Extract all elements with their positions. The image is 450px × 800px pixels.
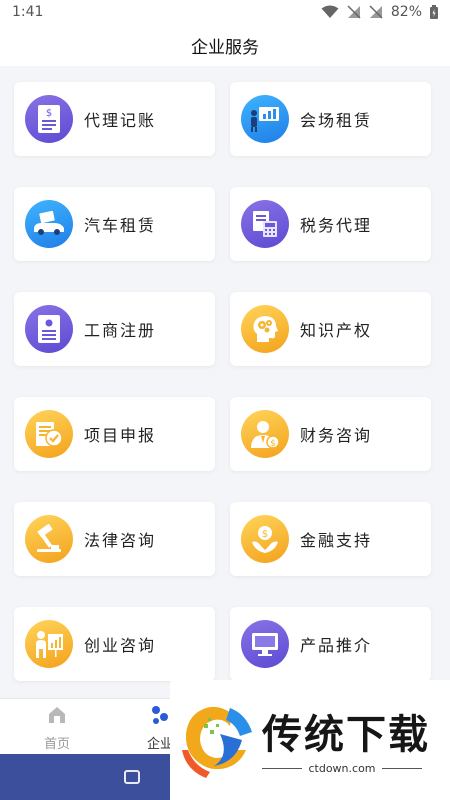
service-label: 代理记账 <box>84 111 157 130</box>
service-card-product-promotion[interactable]: 产品推介 <box>230 607 431 681</box>
service-label: 汽车租赁 <box>84 216 157 235</box>
ledger-icon: $ <box>25 95 73 143</box>
no-signal-icon-2 <box>369 5 383 19</box>
recent-apps-icon[interactable] <box>124 770 140 784</box>
service-card-startup-consulting[interactable]: 创业咨询 <box>14 607 215 681</box>
service-label: 法律咨询 <box>84 531 157 550</box>
business-chart-icon <box>25 620 73 668</box>
service-label: 税务代理 <box>300 216 373 235</box>
tax-document-icon <box>241 200 289 248</box>
service-grid: $ 代理记账 会场租赁 汽车租赁 税务代理 工商注册 知识产权 项目申报 $ 财… <box>0 66 450 698</box>
service-label: 会场租赁 <box>300 111 373 130</box>
service-card-financial-consulting[interactable]: $ 财务咨询 <box>230 397 431 471</box>
service-label: 知识产权 <box>300 321 373 340</box>
header: 企业服务 <box>0 24 450 66</box>
service-card-intellectual-property[interactable]: 知识产权 <box>230 292 431 366</box>
nav-label: 首页 <box>43 737 70 752</box>
home-icon <box>47 705 67 729</box>
service-label: 项目申报 <box>84 426 157 445</box>
service-label: 金融支持 <box>300 531 373 550</box>
car-icon <box>25 200 73 248</box>
service-label: 财务咨询 <box>300 426 373 445</box>
enterprise-icon <box>150 705 170 729</box>
finance-advisor-icon: $ <box>241 410 289 458</box>
service-card-business-registration[interactable]: 工商注册 <box>14 292 215 366</box>
certificate-icon <box>25 305 73 353</box>
service-card-tax-agency[interactable]: 税务代理 <box>230 187 431 261</box>
brain-gears-icon <box>241 305 289 353</box>
divider <box>262 768 303 769</box>
svg-text:$: $ <box>262 529 268 540</box>
money-hand-icon: $ <box>241 515 289 563</box>
presentation-icon <box>241 95 289 143</box>
monitor-icon <box>241 620 289 668</box>
approved-document-icon <box>25 410 73 458</box>
divider <box>381 768 422 769</box>
battery-icon <box>430 5 438 19</box>
no-signal-icon <box>347 5 361 19</box>
nav-item-home[interactable]: 首页 <box>17 705 97 752</box>
status-icons: 82% <box>321 4 438 20</box>
battery-text: 82% <box>390 4 422 20</box>
page-title: 企业服务 <box>191 37 259 58</box>
service-card-venue-rental[interactable]: 会场租赁 <box>230 82 431 156</box>
service-card-legal-consulting[interactable]: 法律咨询 <box>14 502 215 576</box>
status-time: 1:41 <box>12 4 44 20</box>
watermark: 传统下载 ctdown.com <box>170 680 450 800</box>
watermark-logo-icon <box>180 700 256 778</box>
watermark-url-row: ctdown.com <box>262 762 422 775</box>
service-label: 创业咨询 <box>84 636 157 655</box>
service-card-project-application[interactable]: 项目申报 <box>14 397 215 471</box>
service-card-bookkeeping[interactable]: $ 代理记账 <box>14 82 215 156</box>
gavel-icon <box>25 515 73 563</box>
svg-text:$: $ <box>270 439 276 449</box>
status-bar: 1:41 82% <box>0 0 450 24</box>
watermark-url: ctdown.com <box>308 762 376 775</box>
wifi-icon <box>321 5 339 19</box>
service-label: 产品推介 <box>300 636 373 655</box>
service-card-car-rental[interactable]: 汽车租赁 <box>14 187 215 261</box>
watermark-text: 传统下载 <box>262 712 430 758</box>
service-card-financial-support[interactable]: $ 金融支持 <box>230 502 431 576</box>
service-label: 工商注册 <box>84 321 157 340</box>
svg-text:$: $ <box>46 108 52 119</box>
